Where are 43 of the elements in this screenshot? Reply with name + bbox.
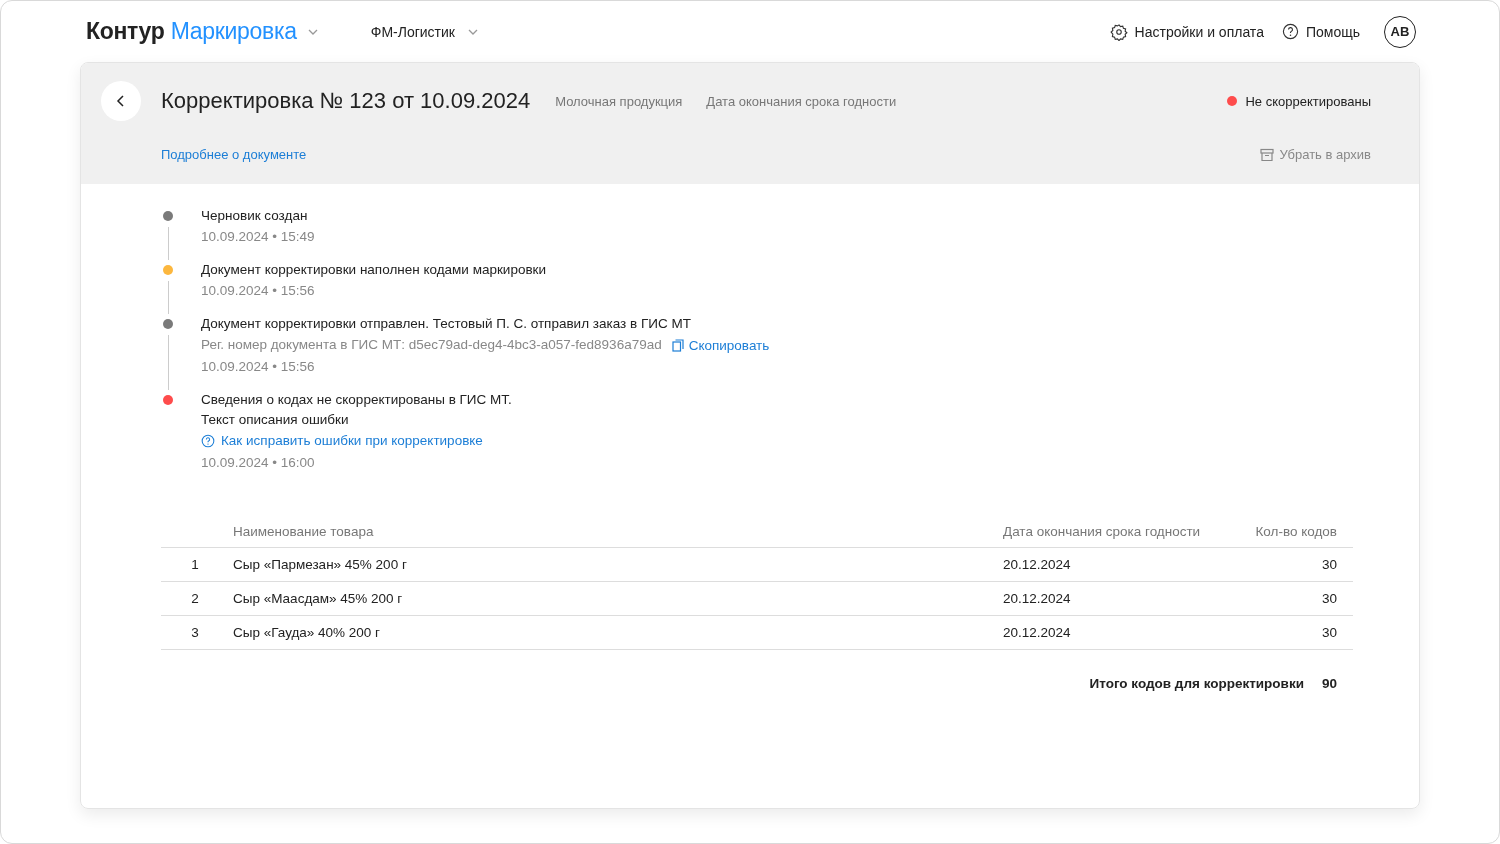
code-count-cell: 30 [1243, 547, 1353, 582]
event-text: Черновик создан [201, 207, 309, 225]
event-text: Документ корректировки отправлен. Тестовый П. С. отправил заказ в ГИС МТ [201, 315, 692, 333]
total-value: 90 [1321, 676, 1337, 691]
expiry-date-cell: 20.12.2024 [1003, 581, 1243, 616]
expiry-date-cell: 20.12.2024 [1003, 615, 1243, 650]
copy-button[interactable]: Скопировать [671, 337, 770, 353]
logo[interactable]: Контур Маркировка [86, 18, 297, 45]
product-name-cell: Сыр «Пармезан» 45% 200 г [233, 547, 1003, 582]
help-link[interactable]: Помощь [1281, 23, 1360, 40]
column-header: Наименование товара [233, 524, 1003, 548]
event-text: Документ корректировки наполнен кодами маркировки [201, 261, 547, 279]
row-number: 3 [161, 615, 233, 650]
copy-icon [671, 338, 684, 352]
expiry-date-cell: 20.12.2024 [1003, 547, 1243, 582]
registration-number: Рег. номер документа в ГИС МТ: d5ec79ad-deg4-4bc3-a057-fed8936a79ad [201, 336, 662, 354]
archive-box-icon [1259, 147, 1274, 162]
total-label: Итого кодов для корректировки [1089, 676, 1304, 691]
row-number: 2 [161, 581, 233, 616]
status-label: Не скорректированы [1245, 93, 1371, 109]
document-tag: Дата окончания срока годности [706, 93, 897, 109]
event-text: Текст описания ошибки [201, 411, 350, 429]
organization-dropdown[interactable]: ФМ-Логистик [370, 23, 479, 40]
document-tag: Молочная продукция [555, 93, 683, 109]
event-time: 10.09.2024 • 15:56 [201, 282, 316, 300]
help-article-link[interactable]: Как исправить ошибки при корректировке [201, 430, 512, 452]
product-name-cell: Сыр «Гауда» 40% 200 г [233, 615, 1003, 650]
row-number: 1 [161, 547, 233, 582]
code-count-cell: 30 [1243, 581, 1353, 616]
code-count-cell: 30 [1243, 615, 1353, 650]
column-header: Кол-во кодов [1243, 524, 1353, 548]
event-time: 10.09.2024 • 16:00 [201, 454, 316, 472]
product-name-cell: Сыр «Маасдам» 45% 200 г [233, 581, 1003, 616]
help-icon [201, 434, 215, 448]
settings-link[interactable]: Настройки и оплата [1109, 22, 1264, 41]
document-details-link[interactable]: Подробнее о документе [161, 147, 307, 162]
event-time: 10.09.2024 • 15:56 [201, 358, 316, 376]
event-time: 10.09.2024 • 15:49 [201, 228, 315, 246]
settings-icon [1109, 22, 1128, 41]
document-title: Корректировка № 123 от 10.09.2024 [161, 88, 531, 114]
column-header: Дата окончания срока годности [1003, 524, 1243, 548]
event-text: Сведения о кодах не скорректированы в ГИС МТ. [201, 391, 512, 409]
help-icon [1281, 23, 1299, 40]
